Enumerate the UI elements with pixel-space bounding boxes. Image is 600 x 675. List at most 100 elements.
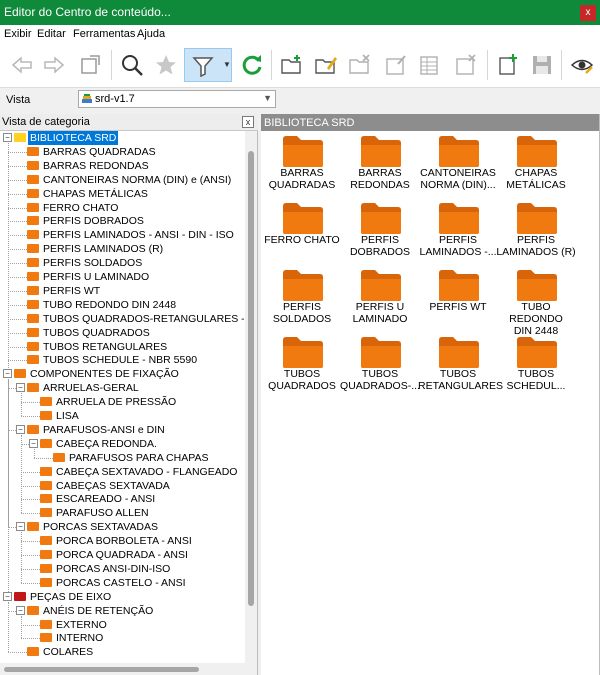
back-button[interactable] <box>4 48 40 82</box>
collapse-toggle[interactable]: − <box>16 522 25 532</box>
folder-icon <box>40 466 52 476</box>
folder-tile[interactable]: PERFIS U LAMINADO <box>340 268 420 334</box>
folder-icon <box>27 285 39 295</box>
arrow-left-icon <box>11 56 32 74</box>
folder-icon <box>517 136 557 167</box>
folder-tile-label: FERRO CHATO <box>264 234 340 246</box>
collapse-toggle[interactable]: − <box>16 424 25 434</box>
tree-item-label: PARAFUSOS PARA CHAPAS <box>69 451 209 464</box>
delete-category-icon <box>349 54 370 74</box>
tree-item-label: PERFIS U LAMINADO <box>43 271 150 283</box>
menu-ferramentas[interactable]: Ferramentas <box>73 28 135 40</box>
content-title: BIBLIOTECA SRD <box>264 117 355 129</box>
folder-icon <box>40 411 52 420</box>
folder-tile-label: TUBOS SCHEDUL... <box>506 368 566 392</box>
folder-icon <box>27 174 39 184</box>
forward-button[interactable] <box>36 48 72 82</box>
folder-tile[interactable]: CANTONEIRAS NORMA (DIN)... <box>418 134 498 200</box>
tree-horizontal-scrollbar[interactable] <box>0 663 245 675</box>
collapse-toggle[interactable]: − <box>3 591 12 601</box>
tree-item-label: TUBOS SCHEDULE - NBR 5590 <box>43 354 198 367</box>
new-family-button[interactable] <box>378 48 414 82</box>
folder-tile[interactable]: BARRAS REDONDAS <box>340 134 420 200</box>
tree-vertical-scrollbar[interactable] <box>245 131 257 663</box>
close-panel-button[interactable]: x <box>242 116 254 128</box>
folder-tile[interactable]: PERFIS LAMINADOS -... <box>418 201 498 267</box>
folder-icon <box>27 341 39 351</box>
new-category-button[interactable] <box>274 48 310 82</box>
library-stack-icon <box>82 94 92 103</box>
collapse-toggle[interactable]: − <box>3 133 12 142</box>
folder-tile[interactable]: BARRAS QUADRADAS <box>262 134 342 200</box>
tree-item-label: FERRO CHATO <box>43 201 119 214</box>
tree-item-label: CABEÇAS SEXTAVADA <box>56 479 170 492</box>
content-header: BIBLIOTECA SRD <box>261 114 600 131</box>
filter-button[interactable]: ▼ <box>184 48 232 82</box>
tree-item-label: CHAPAS METÁLICAS <box>43 187 148 200</box>
folder-tile-label: TUBOS QUADRADOS-... <box>340 368 420 392</box>
tree-item-label: BARRAS REDONDAS <box>43 159 149 172</box>
folder-tile[interactable]: TUBO REDONDO DIN 2448 <box>496 268 576 337</box>
folder-icon <box>361 203 401 234</box>
folder-icon <box>517 337 557 368</box>
folder-icon <box>27 258 39 268</box>
collapse-toggle[interactable]: − <box>16 605 25 615</box>
refresh-button[interactable] <box>234 48 270 82</box>
folder-icon <box>40 619 52 629</box>
folder-icon <box>27 522 39 532</box>
folder-icon <box>439 136 479 167</box>
menu-bar: Exibir Editar Ferramentas Ajuda <box>0 25 600 42</box>
menu-exibir[interactable]: Exibir <box>4 28 32 40</box>
view-options-icon <box>570 59 594 74</box>
tree-item-label: PORCA QUADRADA - ANSI <box>56 549 188 561</box>
folder-icon <box>14 133 26 142</box>
search-button[interactable] <box>114 48 150 82</box>
folder-tile[interactable]: PERFIS LAMINADOS (R) <box>496 201 576 267</box>
folder-icon <box>27 244 39 254</box>
favorites-button[interactable] <box>148 48 184 82</box>
vista-select[interactable]: srd-v1.7 ▼ <box>78 90 276 108</box>
collapse-toggle[interactable]: − <box>16 383 25 393</box>
edit-family-button[interactable] <box>412 48 448 82</box>
view-options-button[interactable] <box>564 48 600 82</box>
tree-item-label: TUBO REDONDO DIN 2448 <box>43 298 177 311</box>
tree-item-label: PERFIS SOLDADOS <box>43 257 143 270</box>
folder-tile[interactable]: PERFIS SOLDADOS <box>262 268 342 334</box>
menu-editar[interactable]: Editar <box>37 28 66 40</box>
folder-tile[interactable]: PERFIS DOBRADOS <box>340 201 420 267</box>
place-button[interactable] <box>72 48 108 82</box>
folder-tile[interactable]: CHAPAS METÁLICAS <box>496 134 576 200</box>
folder-tile-label: BARRAS REDONDAS <box>350 167 410 191</box>
filter-icon <box>192 57 214 78</box>
star-icon <box>156 55 176 75</box>
folder-icon <box>27 424 39 434</box>
folder-tile-label: TUBO REDONDO DIN 2448 <box>509 301 563 337</box>
folder-tile[interactable]: TUBOS RETANGULARES <box>418 335 503 401</box>
tree-item-label: PARAFUSO ALLEN <box>56 507 149 520</box>
folder-tile[interactable]: FERRO CHATO <box>262 201 342 267</box>
tree-item-label: ARRUELAS-GERAL <box>43 382 139 395</box>
close-button[interactable]: x <box>580 5 596 21</box>
new-family-icon <box>386 55 406 75</box>
collapse-toggle[interactable]: − <box>29 438 38 448</box>
folder-tile-label: TUBOS RETANGULARES <box>418 368 503 392</box>
save-button[interactable] <box>524 48 560 82</box>
folder-icon <box>14 591 26 601</box>
folder-tile[interactable]: TUBOS QUADRADOS-... <box>340 335 420 401</box>
add-family-button[interactable] <box>490 48 526 82</box>
menu-ajuda[interactable]: Ajuda <box>137 28 165 40</box>
collapse-toggle[interactable]: − <box>3 369 12 379</box>
folder-tile[interactable]: PERFIS WT <box>418 268 498 334</box>
new-category-icon <box>281 55 301 74</box>
folder-tile[interactable]: TUBOS QUADRADOS <box>262 335 342 401</box>
folder-tile-label: CANTONEIRAS NORMA (DIN)... <box>420 167 496 191</box>
delete-category-button[interactable] <box>342 48 378 82</box>
tree-item-label: PERFIS WT <box>43 284 101 297</box>
tree-item-label: PERFIS LAMINADOS (R) <box>43 243 164 256</box>
folder-tile[interactable]: TUBOS SCHEDUL... <box>496 335 576 401</box>
folder-icon <box>27 299 39 309</box>
delete-family-button[interactable] <box>448 48 484 82</box>
edit-category-button[interactable] <box>308 48 344 82</box>
chevron-down-icon[interactable]: ▼ <box>223 60 231 69</box>
category-view-header: Vista de categoria x <box>0 114 258 131</box>
